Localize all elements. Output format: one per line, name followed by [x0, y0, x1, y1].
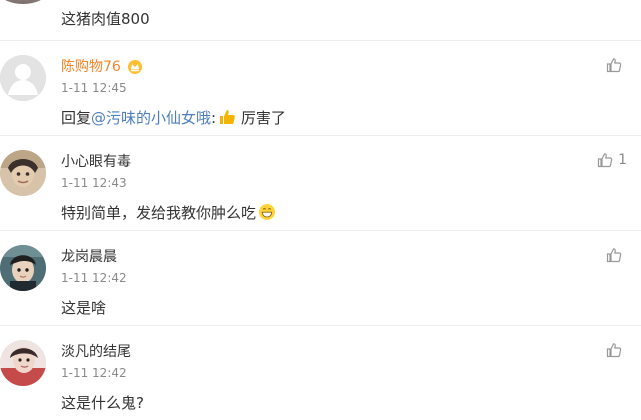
- username[interactable]: 龙岗晨晨: [61, 247, 117, 267]
- comment-item: 陈购物76 1-11 12:45 回复@污味的小仙女哦: 厉害了: [0, 41, 641, 135]
- thumbs-up-emoji: [220, 110, 235, 124]
- like-count: 1: [618, 152, 627, 168]
- grin-emoji: [259, 204, 276, 220]
- comment-item: 小心眼有毒 1-11 12:43 特别简单，发给我教你肿么吃 1: [0, 136, 641, 230]
- avatar[interactable]: [0, 55, 46, 101]
- username[interactable]: 小心眼有毒: [61, 152, 131, 172]
- comment-text: 特别简单，发给我教你肿么吃: [61, 202, 276, 224]
- comment-text: 这猪肉值800: [61, 10, 150, 28]
- previous-comment: 这猪肉值800: [0, 0, 641, 40]
- like-button[interactable]: [606, 246, 627, 264]
- like-button[interactable]: [606, 341, 627, 359]
- thumb-up-outline-icon: [597, 153, 613, 168]
- vip-crown-icon: [127, 59, 143, 75]
- timestamp: 1-11 12:43: [61, 176, 127, 190]
- avatar[interactable]: [0, 150, 46, 196]
- reply-prefix: 回复: [61, 109, 92, 127]
- mention-link[interactable]: @污味的小仙女哦: [91, 109, 211, 127]
- username[interactable]: 陈购物76: [61, 57, 121, 77]
- reply-colon: :: [211, 109, 217, 127]
- avatar-partial: [0, 0, 46, 4]
- username[interactable]: 淡凡的结尾: [61, 342, 131, 362]
- avatar[interactable]: [0, 340, 46, 386]
- comment-text: 回复@污味的小仙女哦: 厉害了: [61, 107, 286, 129]
- like-button[interactable]: 1: [597, 151, 627, 169]
- comment-text: 这是啥: [61, 299, 107, 317]
- like-button[interactable]: [606, 56, 627, 74]
- timestamp: 1-11 12:42: [61, 271, 127, 285]
- comment-text-content: 特别简单，发给我教你肿么吃: [61, 204, 257, 222]
- timestamp: 1-11 12:42: [61, 366, 127, 380]
- comment-item: 龙岗晨晨 1-11 12:42 这是啥: [0, 231, 641, 325]
- timestamp: 1-11 12:45: [61, 81, 127, 95]
- thumb-up-outline-icon: [606, 248, 622, 263]
- reply-tail: 厉害了: [236, 109, 286, 127]
- comment-item: 淡凡的结尾 1-11 12:42 这是什么鬼?: [0, 326, 641, 420]
- thumb-up-outline-icon: [606, 58, 622, 73]
- comment-text: 这是什么鬼?: [61, 394, 144, 412]
- thumb-up-outline-icon: [606, 343, 622, 358]
- avatar[interactable]: [0, 245, 46, 291]
